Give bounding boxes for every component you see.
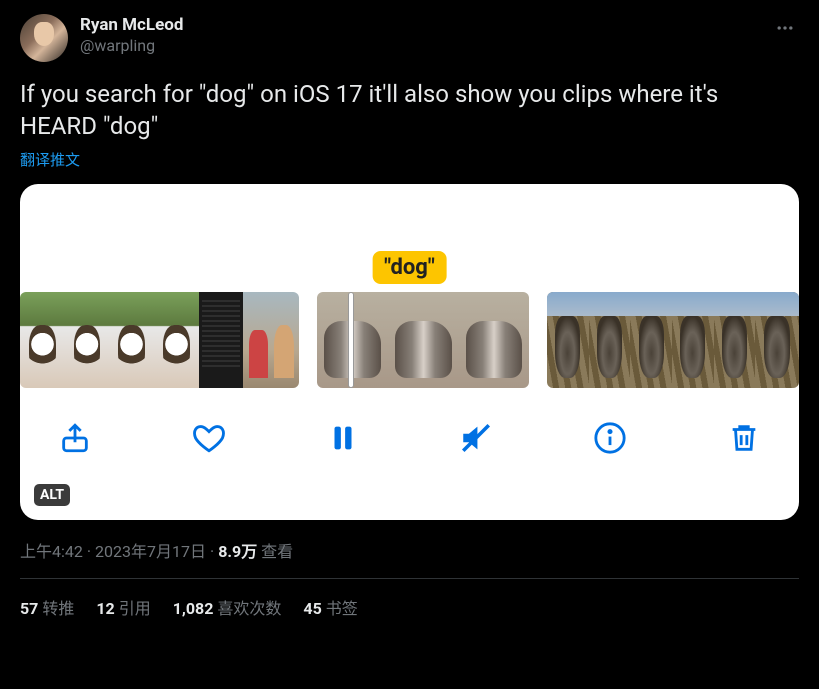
scrubber-handle[interactable]	[348, 292, 354, 388]
display-name: Ryan McLeod	[80, 14, 771, 36]
alt-badge[interactable]: ALT	[34, 484, 70, 506]
clip-group[interactable]	[547, 292, 799, 388]
video-frame	[65, 292, 110, 388]
views-label: 查看	[261, 542, 293, 561]
video-frame	[243, 292, 299, 388]
handle: @warpling	[80, 36, 771, 55]
tweet-container: Ryan McLeod @warpling If you search for …	[0, 0, 819, 619]
media-toolbar	[20, 388, 799, 488]
date[interactable]: 2023年7月17日	[95, 542, 206, 561]
media-top: "dog"	[20, 184, 799, 292]
video-frame	[672, 292, 714, 388]
video-frame	[714, 292, 756, 388]
video-frame	[199, 292, 244, 388]
timeline[interactable]	[20, 292, 799, 388]
tweet-meta: 上午4:42·2023年7月17日·8.9万 查看	[20, 538, 799, 562]
media-card[interactable]: "dog"	[20, 184, 799, 520]
stat-quotes[interactable]: 12引用	[96, 595, 150, 619]
info-icon[interactable]	[593, 421, 627, 455]
search-term-label: "dog"	[372, 251, 447, 284]
time[interactable]: 上午4:42	[20, 542, 83, 561]
clip-group[interactable]	[20, 292, 299, 388]
video-frame	[630, 292, 672, 388]
video-frame	[547, 292, 589, 388]
tweet-text: If you search for "dog" on iOS 17 it'll …	[20, 78, 799, 143]
author-names[interactable]: Ryan McLeod @warpling	[80, 14, 771, 55]
avatar[interactable]	[20, 14, 68, 62]
video-frame	[589, 292, 631, 388]
share-icon[interactable]	[58, 421, 92, 455]
mute-icon[interactable]	[459, 421, 493, 455]
stat-bookmarks[interactable]: 45书签	[303, 595, 357, 619]
tweet-header: Ryan McLeod @warpling	[20, 14, 799, 62]
trash-icon[interactable]	[727, 421, 761, 455]
video-frame	[459, 292, 529, 388]
video-frame	[388, 292, 459, 388]
video-frame	[154, 292, 199, 388]
stats-row: 57转推 12引用 1,082喜欢次数 45书签	[20, 579, 799, 619]
video-frame	[20, 292, 65, 388]
heart-icon[interactable]	[192, 421, 226, 455]
video-frame	[109, 292, 154, 388]
stat-likes[interactable]: 1,082喜欢次数	[173, 595, 282, 619]
translate-link[interactable]: 翻译推文	[20, 149, 799, 170]
pause-icon[interactable]	[326, 421, 360, 455]
more-icon[interactable]	[771, 14, 799, 46]
views-count[interactable]: 8.9万	[218, 542, 257, 561]
video-frame	[755, 292, 799, 388]
stat-retweets[interactable]: 57转推	[20, 595, 74, 619]
